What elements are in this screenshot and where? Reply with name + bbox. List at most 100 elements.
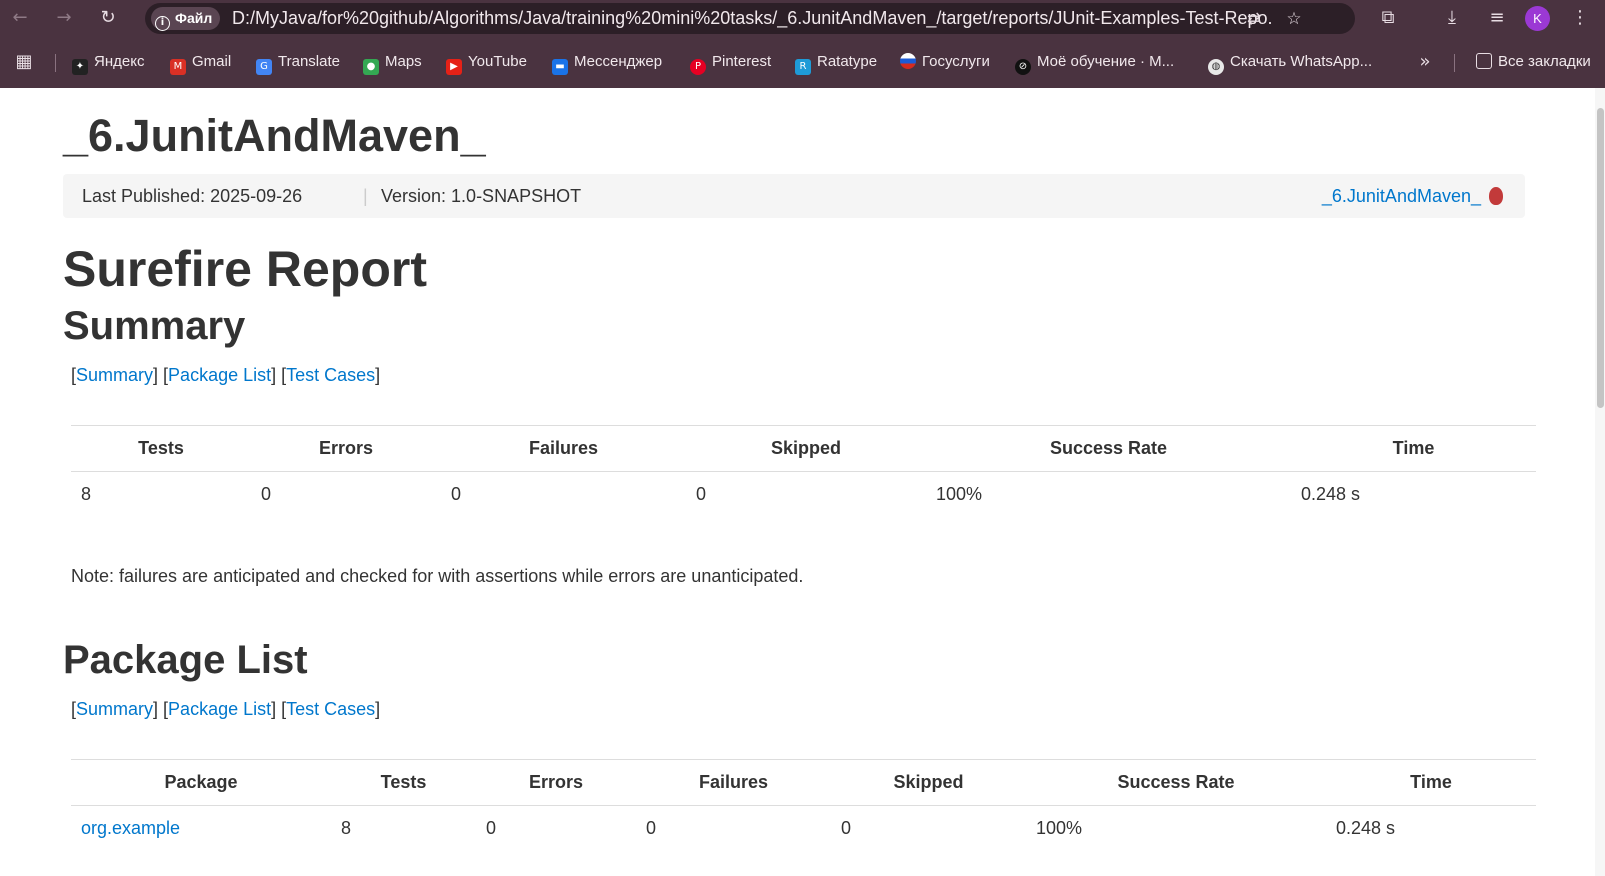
summary-heading: Summary	[63, 304, 246, 348]
more-bookmarks-icon[interactable]: »	[1413, 50, 1437, 74]
avatar[interactable]: K	[1525, 6, 1550, 31]
bookmark-label: Скачать WhatsApp...	[1230, 53, 1373, 70]
nav-test-cases-link[interactable]: Test Cases	[286, 699, 375, 719]
yandex-icon: ✦	[72, 59, 88, 75]
table-cell: 8	[81, 483, 92, 504]
bookmark-label: Translate	[278, 53, 340, 70]
bookmark-label: Pinterest	[712, 53, 772, 70]
column-header: Skipped	[831, 759, 1026, 806]
column-header: Tests	[331, 759, 476, 806]
media-icon[interactable]: ≡	[1485, 6, 1509, 30]
url-text[interactable]: D:/MyJava/for%20github/Algorithms/Java/t…	[232, 3, 1272, 34]
column-header: Time	[1291, 425, 1536, 472]
table-cell: 0	[646, 817, 657, 838]
table-cell: 100%	[936, 483, 983, 504]
bookmark-learning[interactable]: ⊘ Моё обучение · M...	[1015, 50, 1175, 75]
table-header-row: Package Tests Errors Failures Skipped Su…	[71, 759, 1536, 806]
last-published: Last Published: 2025-09-26	[82, 186, 303, 206]
table-cell: 0	[841, 817, 852, 838]
bookmark-translate[interactable]: G Translate	[256, 50, 340, 75]
bookmark-separator	[55, 54, 56, 72]
section-nav-summary: [Summary] [Package List] [Test Cases]	[71, 365, 381, 385]
download-icon[interactable]: ⤓	[1440, 6, 1464, 30]
package-list-heading: Package List	[63, 638, 308, 682]
column-header: Failures	[441, 425, 686, 472]
breadcrumb-separator: |	[363, 186, 368, 206]
all-bookmarks[interactable]: Все закладки	[1476, 50, 1591, 74]
maven-feather-icon	[1489, 187, 1503, 205]
menu-icon[interactable]: ⋮	[1568, 6, 1592, 30]
site-info-chip[interactable]: i Файл	[151, 7, 221, 31]
table-cell: 0	[486, 817, 497, 838]
project-link[interactable]: _6.JunitAndMaven_	[1322, 174, 1481, 218]
translate-app-icon: G	[256, 59, 272, 75]
table-cell: org.example	[71, 806, 331, 851]
table-cell: 100%	[1036, 817, 1083, 838]
bookmark-label: Gmail	[192, 53, 232, 70]
report-title: Surefire Report	[63, 241, 427, 297]
table-header-row: Tests Errors Failures Skipped Success Ra…	[71, 425, 1536, 472]
column-header: Tests	[71, 425, 251, 472]
bookmark-maps[interactable]: ● Maps	[363, 50, 422, 75]
messenger-icon: ▬	[552, 59, 568, 75]
bookmark-label: Моё обучение · M...	[1037, 53, 1175, 70]
apps-icon[interactable]: ▦	[12, 50, 36, 74]
bookmark-messenger[interactable]: ▬ Мессенджер	[552, 50, 662, 75]
chip-label: Файл	[175, 10, 213, 26]
summary-table: Tests Errors Failures Skipped Success Ra…	[71, 425, 1536, 517]
scrollbar-thumb[interactable]	[1597, 108, 1604, 408]
page-scrollbar[interactable]	[1595, 88, 1605, 876]
column-header: Errors	[476, 759, 636, 806]
note-text: Note: failures are anticipated and check…	[71, 566, 804, 586]
youtube-icon: ▶	[446, 59, 462, 75]
bookmark-label: Maps	[385, 53, 422, 70]
bookmark-separator	[1454, 54, 1455, 72]
reload-icon[interactable]: ↻	[96, 6, 120, 30]
column-header: Skipped	[686, 425, 926, 472]
bookmark-yandex[interactable]: ✦ Яндекс	[72, 50, 144, 75]
bookmark-label: Госуслуги	[922, 53, 990, 70]
column-header: Time	[1326, 759, 1536, 806]
project-title: _6.JunitAndMaven_	[63, 110, 486, 161]
nav-summary-link[interactable]: Summary	[76, 699, 153, 719]
version: Version: 1.0-SNAPSHOT	[381, 186, 582, 206]
bookmark-gosuslugi[interactable]: Госуслуги	[900, 50, 990, 74]
nav-summary-link[interactable]: Summary	[76, 365, 153, 385]
gmail-icon: M	[170, 59, 186, 75]
bookmark-ratatype[interactable]: R Ratatype	[795, 50, 877, 75]
nav-package-list-link[interactable]: Package List	[168, 365, 271, 385]
table-cell: 0	[696, 483, 707, 504]
bookmark-label: YouTube	[468, 53, 527, 70]
table-cell: 0.248 s	[1301, 483, 1361, 504]
extensions-icon[interactable]: ⧉	[1376, 6, 1400, 30]
column-header: Errors	[251, 425, 441, 472]
gosuslugi-icon	[900, 53, 916, 69]
bookmark-label: Все закладки	[1498, 53, 1591, 70]
column-header: Success Rate	[1026, 759, 1326, 806]
column-header: Success Rate	[926, 425, 1291, 472]
table-cell: 8	[341, 817, 352, 838]
forward-arrow-icon[interactable]: →	[52, 6, 76, 30]
package-table: Package Tests Errors Failures Skipped Su…	[71, 759, 1536, 851]
star-icon[interactable]: ☆	[1282, 7, 1306, 31]
bookmarks-bar: ▦ ✦ Яндекс M Gmail G Translate ● Maps ▶ YouTu…	[0, 46, 1605, 78]
package-link[interactable]: org.example	[81, 818, 180, 838]
nav-package-list-link[interactable]: Package List	[168, 699, 271, 719]
translate-icon[interactable]: ⇄	[1242, 7, 1266, 31]
address-bar[interactable]: i Файл D:/MyJava/for%20github/Algorithms/…	[145, 3, 1355, 34]
back-arrow-icon[interactable]: ←	[8, 6, 32, 30]
nav-test-cases-link[interactable]: Test Cases	[286, 365, 375, 385]
report-page: _6.JunitAndMaven_ Last Published: 2025-0…	[0, 88, 1605, 876]
ratatype-icon: R	[795, 59, 811, 75]
bookmark-whatsapp[interactable]: ◍ Скачать WhatsApp...	[1208, 50, 1373, 75]
bookmark-gmail[interactable]: M Gmail	[170, 50, 232, 75]
breadcrumb: Last Published: 2025-09-26 | Version: 1.…	[63, 174, 1525, 218]
table-row: 8 0 0 0 100% 0.248 s	[71, 472, 1536, 517]
bookmark-pinterest[interactable]: P Pinterest	[690, 50, 772, 75]
table-row: org.example 8 0 0 0 100% 0.248 s	[71, 806, 1536, 851]
info-icon: i	[155, 16, 170, 31]
maps-icon: ●	[363, 59, 379, 75]
bookmark-youtube[interactable]: ▶ YouTube	[446, 50, 527, 75]
folder-icon	[1476, 53, 1492, 69]
toolbar: ← → ↻ i Файл D:/MyJava/for%20github/Algor…	[0, 0, 1605, 36]
